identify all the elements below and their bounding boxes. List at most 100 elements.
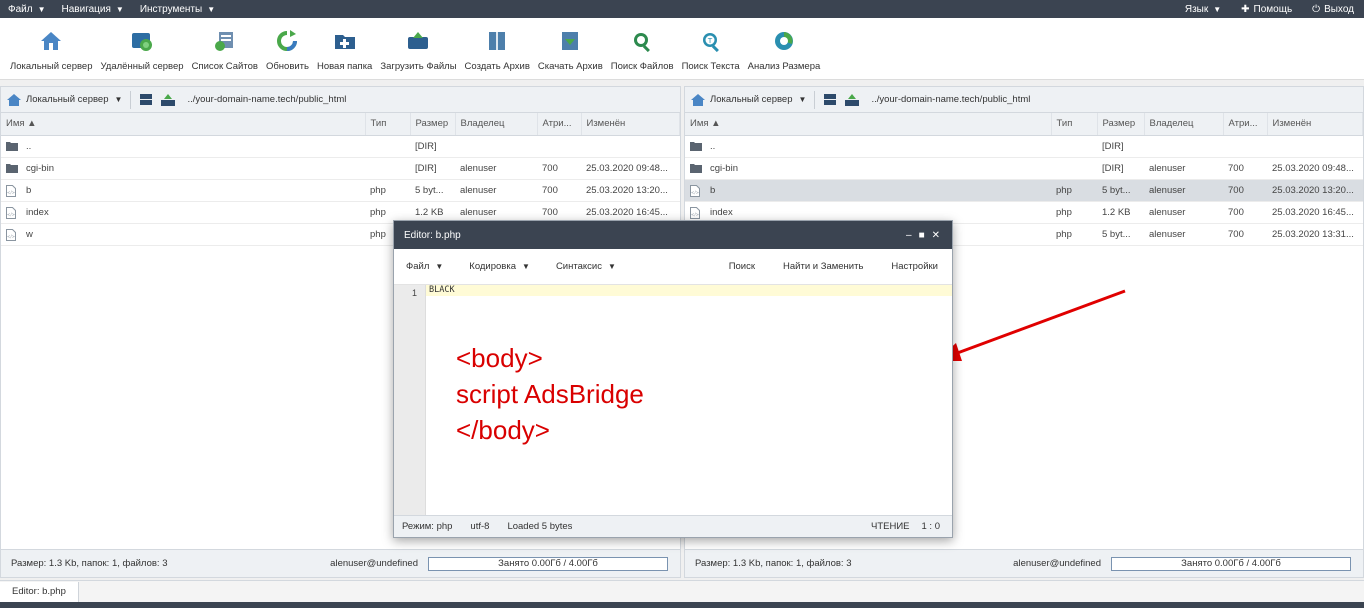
- table-row[interactable]: cgi-bin [DIR] alenuser 700 25.03.2020 09:48.…: [1, 157, 680, 180]
- col-modified[interactable]: Изменён: [581, 113, 680, 136]
- sort-asc-icon: ▲: [711, 118, 721, 130]
- toolbar-create-archive-button[interactable]: Создать Архив: [461, 29, 534, 79]
- taskbar-editor-tab[interactable]: Editor: b.php: [0, 581, 79, 602]
- file-attr-cell: 700: [537, 157, 581, 180]
- annotation-line-1: <body>: [456, 343, 543, 373]
- file-icon: </>: [6, 206, 18, 219]
- col-owner[interactable]: Владелец: [1144, 113, 1224, 136]
- toolbar-search-files-button[interactable]: Поиск Файлов: [607, 29, 678, 79]
- file-attr-cell: [1223, 135, 1267, 158]
- upload-icon[interactable]: [845, 93, 860, 106]
- server-icon[interactable]: [823, 94, 837, 106]
- file-attr-cell: 700: [1223, 157, 1267, 180]
- folder-icon: [6, 141, 18, 152]
- file-owner-cell: alenuser: [1144, 201, 1223, 224]
- annotation-text: <body> script AdsBridge </body>: [456, 340, 644, 448]
- toolbar-download-archive-button[interactable]: Скачать Архив: [534, 29, 607, 79]
- editor-menu-file[interactable]: Файл ▼: [406, 261, 443, 272]
- editor-titlebar[interactable]: Editor: b.php – ■ ✕: [394, 221, 952, 249]
- new-folder-icon: [333, 29, 357, 53]
- col-size[interactable]: Размер: [410, 113, 456, 136]
- file-size-cell: 5 byt...: [410, 179, 455, 202]
- svg-text:T: T: [706, 37, 712, 45]
- file-name: index: [710, 206, 733, 218]
- minimize-icon[interactable]: –: [906, 230, 912, 241]
- close-icon[interactable]: ✕: [932, 230, 940, 241]
- code-line[interactable]: BLACK: [426, 285, 952, 296]
- file-name-cell: </> b: [685, 179, 1051, 202]
- chevron-down-icon: ▼: [522, 262, 530, 271]
- search-text-icon: T: [699, 29, 723, 53]
- col-attr[interactable]: Атри...: [537, 113, 582, 136]
- col-attr[interactable]: Атри...: [1223, 113, 1268, 136]
- menu-language[interactable]: Язык ▼: [1175, 0, 1231, 18]
- chevron-down-icon: ▼: [607, 262, 616, 271]
- toolbar-refresh-button[interactable]: Обновить: [262, 29, 313, 79]
- taskbar: Editor: b.php: [0, 580, 1364, 602]
- file-owner-cell: alenuser: [455, 157, 537, 180]
- file-owner-cell: alenuser: [1144, 223, 1223, 246]
- right-status-text: Размер: 1.3 Kb, папок: 1, файлов: 3: [695, 558, 852, 569]
- right-status-bar: Размер: 1.3 Kb, папок: 1, файлов: 3 alen…: [685, 549, 1363, 577]
- menu-logout[interactable]: ⏻ Выход: [1302, 0, 1364, 18]
- left-server-select[interactable]: Локальный сервер ▼: [7, 90, 132, 109]
- file-name-cell: ..: [685, 135, 1051, 158]
- file-name: ..: [26, 140, 32, 152]
- line-gutter: 1: [394, 285, 426, 517]
- table-row[interactable]: </> b php 5 byt... alenuser 700 25.03.2020 13:…: [685, 179, 1363, 202]
- left-path: ../your-domain-name.tech/public_html: [187, 94, 347, 105]
- file-name-cell: </> b: [1, 179, 365, 202]
- bottom-bar: [0, 602, 1364, 608]
- editor-find-replace-button[interactable]: Найти и Заменить: [769, 261, 877, 272]
- toolbar-site-list-button[interactable]: Список Сайтов: [188, 29, 262, 79]
- file-name-cell: cgi-bin: [1, 157, 365, 180]
- right-user: alenuser@undefined: [1013, 558, 1101, 569]
- file-name: cgi-bin: [710, 162, 738, 174]
- editor-settings-button[interactable]: Настройки: [877, 261, 952, 272]
- right-path-bar: Локальный сервер ▼ ../your-domain-name.t…: [685, 87, 1363, 113]
- left-status-bar: Размер: 1.3 Kb, папок: 1, файлов: 3 alen…: [1, 549, 680, 577]
- col-name[interactable]: Имя ▲: [1, 113, 366, 136]
- toolbar-new-folder-button[interactable]: Новая папка: [313, 29, 376, 79]
- file-icon: </>: [690, 184, 702, 197]
- right-quota: Занято 0.00Гб / 4.00Гб: [1111, 556, 1351, 571]
- editor-readmode: ЧТЕНИЕ: [871, 521, 910, 532]
- file-icon: </>: [6, 228, 18, 241]
- col-type[interactable]: Тип: [365, 113, 411, 136]
- file-modified-cell: 25.03.2020 16:45...: [1267, 201, 1363, 224]
- menu-tools[interactable]: Инструменты ▼: [132, 0, 223, 18]
- table-row[interactable]: .. [DIR]: [685, 135, 1363, 158]
- upload-icon[interactable]: [161, 93, 176, 106]
- menu-file[interactable]: Файл ▼: [0, 0, 54, 18]
- file-size-cell: 1.2 KB: [1097, 201, 1144, 224]
- file-name-cell: </> index: [1, 201, 365, 224]
- menu-help[interactable]: ✚ Помощь: [1231, 0, 1302, 18]
- right-server-select[interactable]: Локальный сервер ▼: [691, 90, 816, 109]
- table-row[interactable]: .. [DIR]: [1, 135, 680, 158]
- left-user: alenuser@undefined: [330, 558, 418, 569]
- table-row[interactable]: </> b php 5 byt... alenuser 700 25.03.2020 13:…: [1, 179, 680, 202]
- col-size[interactable]: Размер: [1097, 113, 1145, 136]
- menu-navigation[interactable]: Навигация ▼: [54, 0, 132, 18]
- toolbar-upload-button[interactable]: Загрузить Файлы: [376, 29, 460, 79]
- file-name: ..: [710, 140, 716, 152]
- toolbar-local-server-button[interactable]: Локальный сервер: [6, 29, 97, 79]
- svg-text:</>: </>: [7, 234, 15, 239]
- table-row[interactable]: cgi-bin [DIR] alenuser 700 25.03.2020 09:48.…: [685, 157, 1363, 180]
- col-type[interactable]: Тип: [1051, 113, 1098, 136]
- col-name[interactable]: Имя ▲: [685, 113, 1052, 136]
- editor-menu-syntax[interactable]: Синтаксис ▼: [556, 261, 616, 272]
- editor-menu-encoding[interactable]: Кодировка ▼: [469, 261, 530, 272]
- local-server-icon: [39, 29, 63, 53]
- toolbar-remote-server-button[interactable]: Удалённый сервер: [97, 29, 188, 79]
- file-size-cell: [DIR]: [1097, 157, 1144, 180]
- editor-search-button[interactable]: Поиск: [715, 261, 769, 272]
- server-icon[interactable]: [139, 94, 153, 106]
- maximize-icon[interactable]: ■: [919, 230, 925, 241]
- file-size-cell: [DIR]: [410, 135, 455, 158]
- toolbar-size-analysis-button[interactable]: Анализ Размера: [744, 29, 825, 79]
- col-modified[interactable]: Изменён: [1267, 113, 1363, 136]
- file-modified-cell: 25.03.2020 13:20...: [1267, 179, 1363, 202]
- col-owner[interactable]: Владелец: [455, 113, 538, 136]
- toolbar-search-text-button[interactable]: T Поиск Текста: [678, 29, 744, 79]
